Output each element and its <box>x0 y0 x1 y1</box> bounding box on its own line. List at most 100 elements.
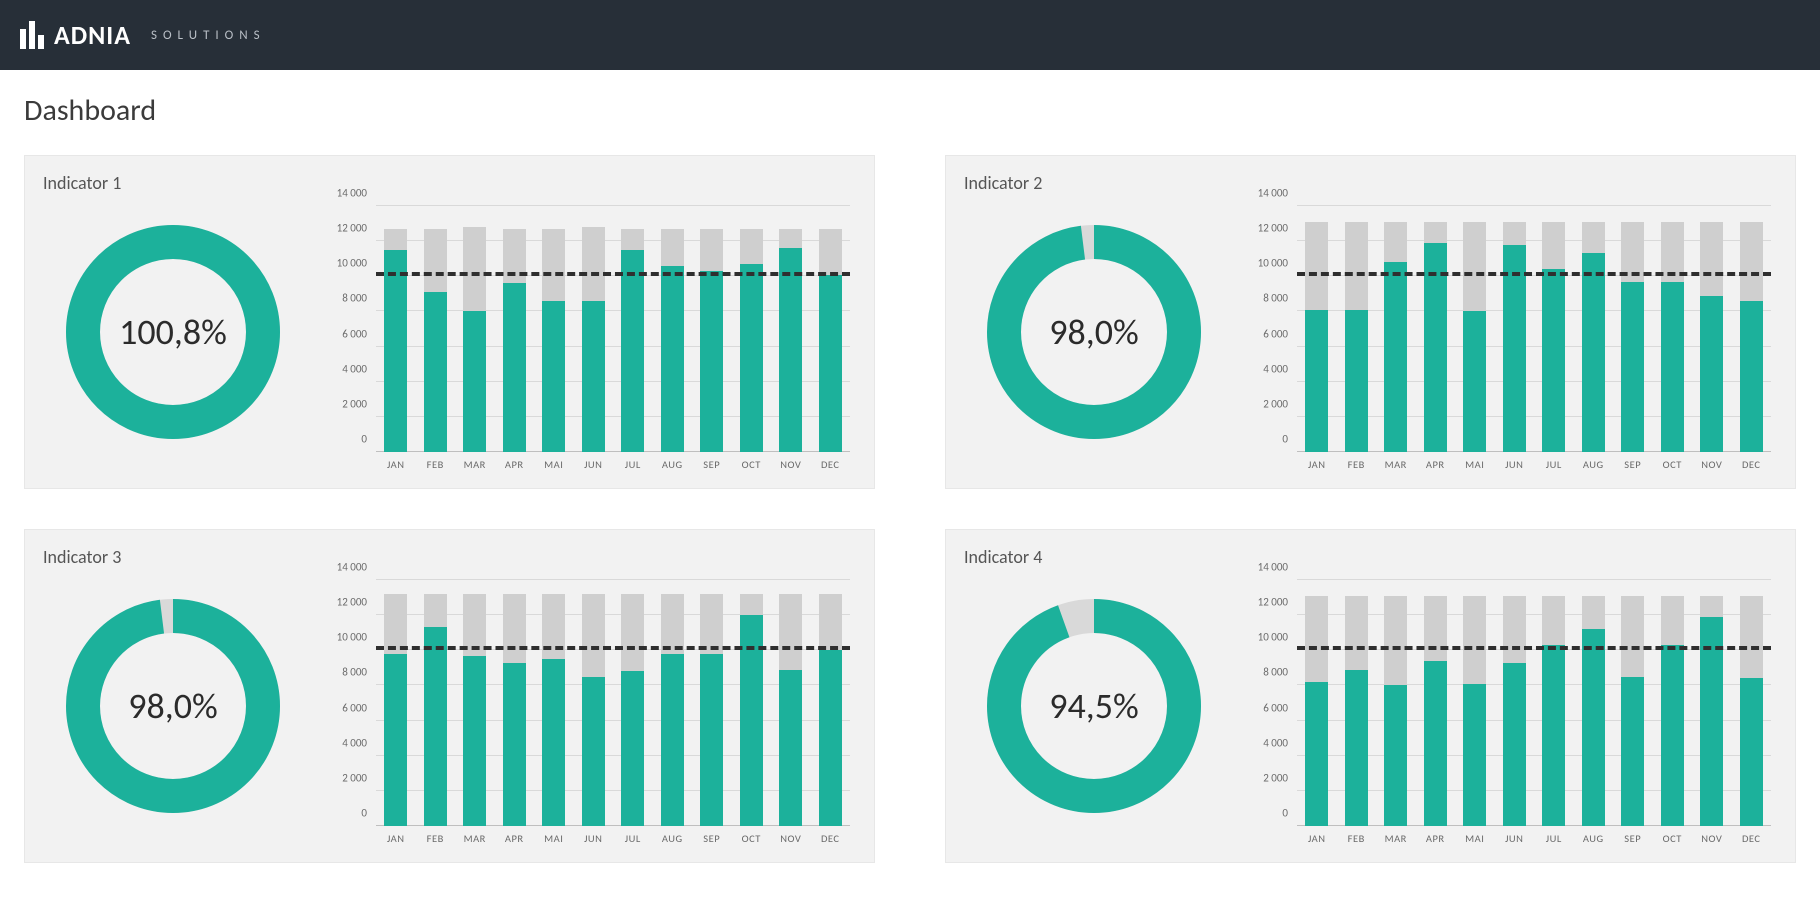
y-tick: 8 000 <box>342 666 367 679</box>
y-axis: 02 0004 0006 0008 00010 00012 00014 000 <box>321 580 371 826</box>
actual-bar <box>621 671 644 826</box>
indicator-body: 98,0%02 0004 0006 0008 00010 00012 00014… <box>43 576 856 856</box>
bar-jan <box>1297 580 1337 826</box>
y-axis: 02 0004 0006 0008 00010 00012 00014 000 <box>1242 206 1292 452</box>
bar-mar <box>1376 580 1416 826</box>
bar-oct <box>1653 206 1693 452</box>
indicator-card-3: Indicator 398,0%02 0004 0006 0008 00010 … <box>24 529 875 863</box>
actual-bar <box>1542 269 1565 452</box>
gauge-value: 98,0% <box>1049 310 1138 354</box>
actual-bar <box>384 654 407 826</box>
x-tick: JUN <box>574 832 614 852</box>
bar-mar <box>455 206 495 452</box>
actual-bar <box>1384 685 1407 826</box>
actual-bar <box>1542 645 1565 826</box>
actual-bar <box>700 271 723 452</box>
y-tick: 10 000 <box>337 631 367 644</box>
bar-aug <box>653 206 693 452</box>
x-axis: JANFEBMARAPRMAIJUNJULAUGSEPOCTNOVDEC <box>376 458 850 478</box>
bar-mai <box>1455 580 1495 826</box>
x-tick: APR <box>1416 832 1456 852</box>
y-axis: 02 0004 0006 0008 00010 00012 00014 000 <box>321 206 371 452</box>
actual-bar <box>819 650 842 826</box>
actual-bar <box>1305 682 1328 826</box>
bar-jun <box>1495 206 1535 452</box>
bar-sep <box>692 206 732 452</box>
x-tick: APR <box>1416 458 1456 478</box>
x-tick: MAI <box>1455 458 1495 478</box>
bar-feb <box>416 206 456 452</box>
indicator-card-1: Indicator 1100,8%02 0004 0006 0008 00010… <box>24 155 875 489</box>
plot-area <box>376 580 850 826</box>
brand-logo: ADNIA SOLUTIONS <box>20 19 266 51</box>
bar-mar <box>455 580 495 826</box>
x-tick: MAR <box>1376 832 1416 852</box>
bar-sep <box>692 580 732 826</box>
y-tick: 6 000 <box>342 327 367 340</box>
bar-jul <box>1534 206 1574 452</box>
bar-jul <box>1534 580 1574 826</box>
x-tick: FEB <box>1337 832 1377 852</box>
x-tick: OCT <box>732 458 772 478</box>
x-tick: DEC <box>811 832 851 852</box>
actual-bar <box>542 301 565 452</box>
logo-bars-icon <box>20 21 44 49</box>
y-axis: 02 0004 0006 0008 00010 00012 00014 000 <box>1242 580 1292 826</box>
y-tick: 6 000 <box>1263 327 1288 340</box>
bar-mai <box>534 580 574 826</box>
bar-jan <box>376 580 416 826</box>
x-tick: SEP <box>1613 832 1653 852</box>
bar-jul <box>613 580 653 826</box>
indicator-card-2: Indicator 2 98,0% 02 0004 0006 0008 00010 … <box>945 155 1796 489</box>
actual-bar <box>1345 310 1368 452</box>
actual-bar <box>463 656 486 826</box>
actual-bar <box>1424 661 1447 826</box>
bar-apr <box>495 206 535 452</box>
indicator-body: 98,0% 02 0004 0006 0008 00010 00012 00014… <box>964 202 1777 482</box>
y-tick: 12 000 <box>1258 222 1288 235</box>
bar-feb <box>1337 580 1377 826</box>
bar-aug <box>1574 580 1614 826</box>
x-tick: FEB <box>416 832 456 852</box>
y-tick: 2 000 <box>1263 771 1288 784</box>
y-tick: 4 000 <box>1263 736 1288 749</box>
actual-bar <box>1345 670 1368 826</box>
actual-bar <box>1740 301 1763 452</box>
indicator-title: Indicator 1 <box>43 172 856 194</box>
actual-bar <box>1503 663 1526 826</box>
bar-dec <box>811 580 851 826</box>
gauge: 100,8% <box>43 202 303 462</box>
y-tick: 10 000 <box>1258 631 1288 644</box>
bar-chart: 02 0004 0006 0008 00010 00012 00014 000J… <box>321 576 856 856</box>
bar-sep <box>1613 206 1653 452</box>
indicator-title: Indicator 2 <box>964 172 1777 194</box>
actual-bar <box>503 283 526 452</box>
x-tick: JUN <box>1495 458 1535 478</box>
x-tick: JAN <box>1297 458 1337 478</box>
actual-bar <box>542 659 565 826</box>
bar-jan <box>1297 206 1337 452</box>
bar-mai <box>534 206 574 452</box>
actual-bar <box>1305 310 1328 452</box>
x-axis: JANFEBMARAPRMAIJUNJULAUGSEPOCTNOVDEC <box>376 832 850 852</box>
actual-bar <box>1621 677 1644 826</box>
actual-bar <box>700 654 723 826</box>
x-tick: SEP <box>692 832 732 852</box>
y-tick: 4 000 <box>342 736 367 749</box>
y-tick: 12 000 <box>1258 596 1288 609</box>
y-tick: 8 000 <box>342 292 367 305</box>
x-tick: MAI <box>534 458 574 478</box>
bar-nov <box>1692 580 1732 826</box>
x-tick: JUL <box>613 458 653 478</box>
y-tick: 14 000 <box>337 561 367 574</box>
actual-bar <box>779 670 802 826</box>
y-tick: 0 <box>361 807 367 820</box>
actual-bar <box>819 275 842 452</box>
x-tick: SEP <box>1613 458 1653 478</box>
bar-oct <box>1653 580 1693 826</box>
bar-apr <box>1416 206 1456 452</box>
bar-jan <box>376 206 416 452</box>
cards-grid: Indicator 1100,8%02 0004 0006 0008 00010… <box>24 155 1796 863</box>
actual-bar <box>1384 262 1407 452</box>
bar-jun <box>574 580 614 826</box>
